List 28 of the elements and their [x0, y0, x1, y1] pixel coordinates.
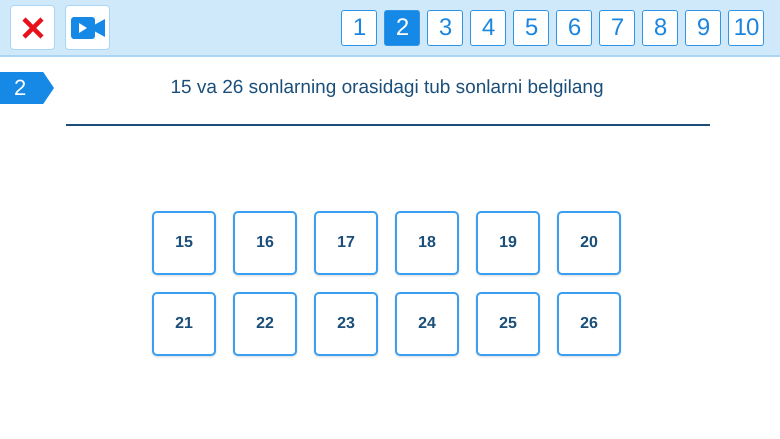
number-option[interactable]: 21	[152, 292, 216, 356]
close-icon	[20, 16, 44, 40]
number-option[interactable]: 16	[233, 211, 297, 275]
number-option[interactable]: 26	[557, 292, 621, 356]
number-option[interactable]: 22	[233, 292, 297, 356]
question-tab[interactable]: 4	[470, 10, 506, 46]
video-button[interactable]	[65, 5, 110, 50]
question-tab[interactable]: 5	[513, 10, 549, 46]
question-tab[interactable]: 1	[341, 10, 377, 46]
number-option[interactable]: 18	[395, 211, 459, 275]
number-option[interactable]: 15	[152, 211, 216, 275]
number-option[interactable]: 24	[395, 292, 459, 356]
number-option[interactable]: 20	[557, 211, 621, 275]
number-option[interactable]: 23	[314, 292, 378, 356]
question-tab[interactable]: 10	[728, 10, 764, 46]
question-tab[interactable]: 6	[556, 10, 592, 46]
question-number: 2	[0, 72, 54, 104]
question-tab[interactable]: 3	[427, 10, 463, 46]
question-tab[interactable]: 8	[642, 10, 678, 46]
close-button[interactable]	[10, 5, 55, 50]
question-tab[interactable]: 9	[685, 10, 721, 46]
number-option[interactable]: 25	[476, 292, 540, 356]
number-option[interactable]: 19	[476, 211, 540, 275]
question-tab[interactable]: 7	[599, 10, 635, 46]
question-text: 15 va 26 sonlarning orasidagi tub sonlarni belgilang	[169, 77, 605, 99]
number-option[interactable]: 17	[314, 211, 378, 275]
question-tab[interactable]: 2	[384, 10, 420, 46]
video-camera-icon	[70, 16, 104, 38]
